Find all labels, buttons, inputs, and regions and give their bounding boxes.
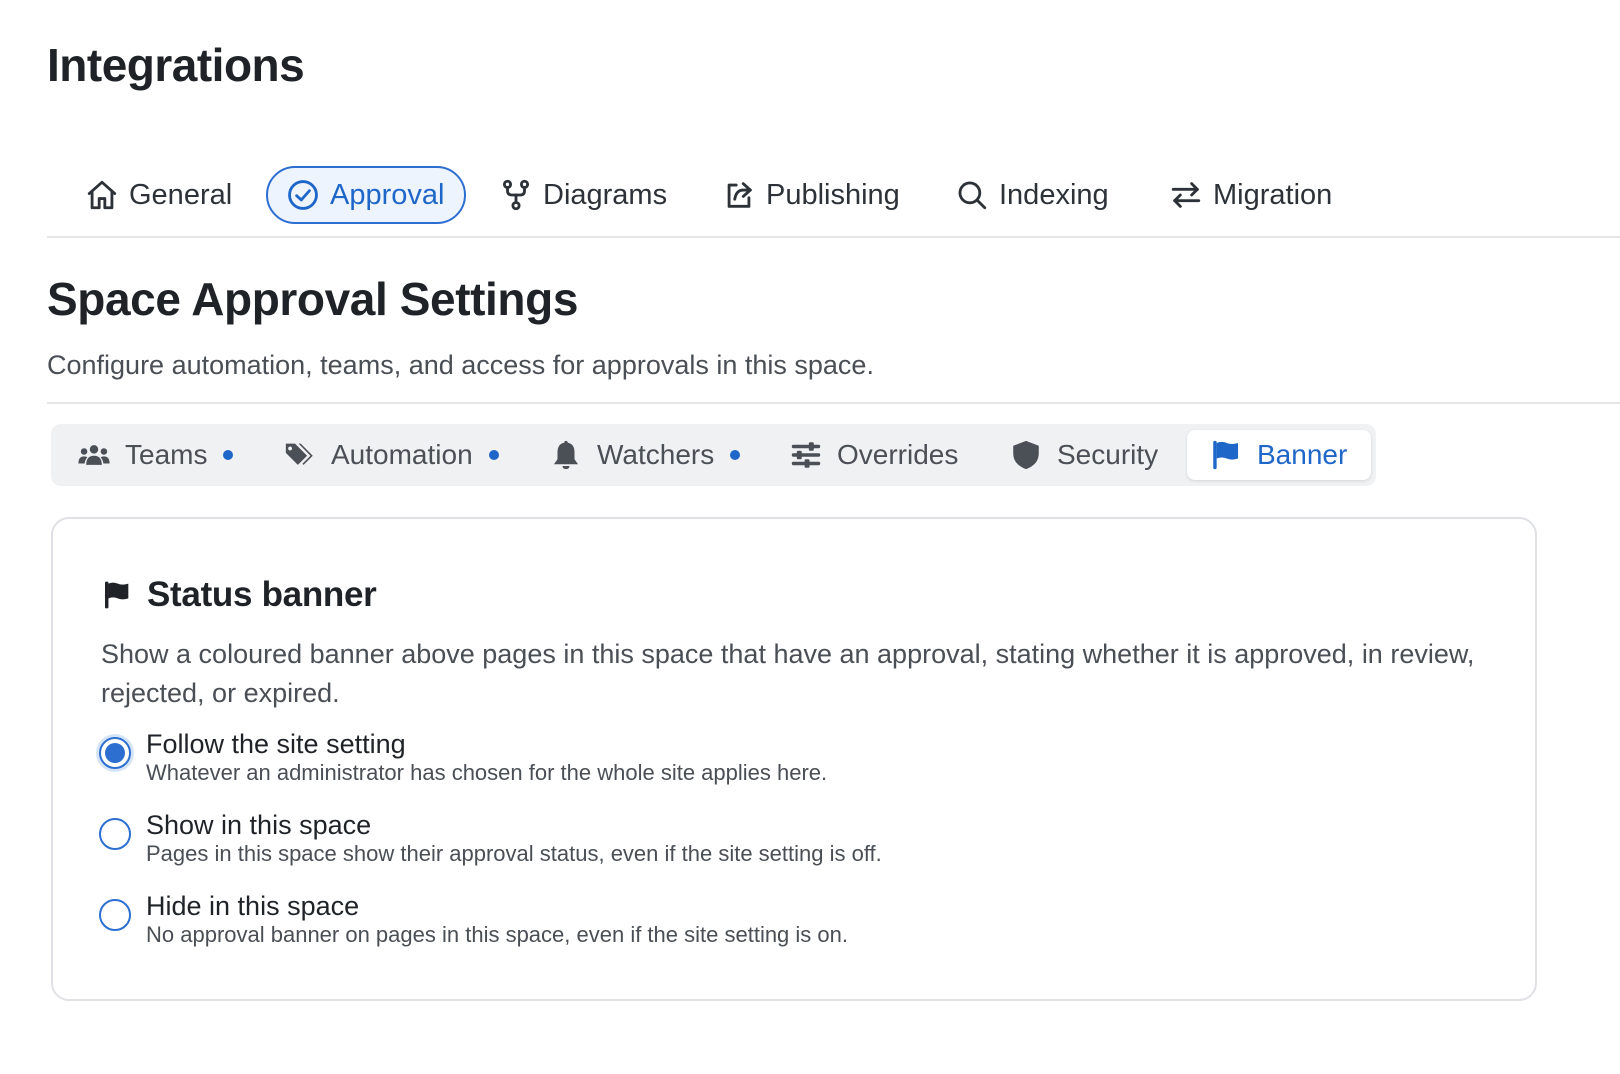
subtab-label: Security (1057, 439, 1159, 470)
subtab-overrides[interactable]: Overrides (789, 430, 958, 480)
option-hide-space[interactable]: Hide in this space No approval banner on… (99, 891, 848, 949)
tab-label: Publishing (766, 178, 900, 211)
status-banner-card: Status banner Show a coloured banner abo… (51, 517, 1537, 1001)
subtab-watchers[interactable]: Watchers (549, 430, 741, 480)
tags-icon (285, 443, 313, 465)
subtab-automation[interactable]: Automation (283, 430, 499, 480)
card-title: Status banner (147, 575, 377, 614)
tab-diagrams[interactable]: Diagrams (499, 166, 667, 224)
main-tabs: General Approval Diagrams Publishing Ind… (47, 166, 1620, 238)
tab-label: General (129, 178, 233, 211)
check-circle-icon (288, 180, 318, 210)
subtab-label: Teams (125, 439, 208, 470)
tab-label: Migration (1213, 178, 1333, 211)
option-label: Show in this space (146, 810, 372, 840)
option-label: Hide in this space (146, 891, 360, 921)
status-dot (730, 450, 741, 460)
tab-approval[interactable]: Approval (266, 166, 467, 224)
flag-icon (1213, 440, 1239, 470)
option-help: Whatever an administrator has chosen for… (146, 760, 828, 785)
home-icon (87, 180, 117, 210)
share-icon (727, 182, 752, 208)
sliders-icon (791, 442, 821, 468)
subtab-label: Watchers (597, 439, 715, 470)
status-dot (488, 450, 499, 460)
option-text: Hide in this space No approval banner on… (146, 891, 848, 949)
subtab-banner[interactable]: Banner (1187, 430, 1372, 480)
radio-button[interactable] (99, 818, 131, 850)
tab-indexing[interactable]: Indexing (955, 166, 1109, 224)
sub-tabs: Teams Automation Watchers Overrides Secu… (51, 424, 1376, 486)
subtab-label: Banner (1257, 439, 1348, 470)
search-icon (958, 181, 987, 210)
option-follow-site[interactable]: Follow the site setting Whatever an admi… (99, 729, 827, 787)
tab-publishing[interactable]: Publishing (722, 166, 900, 224)
option-help: Pages in this space show their approval … (146, 841, 882, 866)
card-header: Status banner (101, 575, 377, 615)
divider (47, 402, 1620, 404)
subtab-label: Automation (331, 439, 473, 470)
tab-label: Indexing (999, 178, 1109, 211)
tab-migration[interactable]: Migration (1169, 166, 1332, 224)
option-show-space[interactable]: Show in this space Pages in this space s… (99, 810, 882, 868)
option-help: No approval banner on pages in this spac… (146, 922, 848, 947)
subtab-label: Overrides (837, 439, 959, 470)
section-title: Space Approval Settings (47, 273, 579, 325)
option-text: Show in this space Pages in this space s… (146, 810, 882, 868)
page-title: Integrations (47, 39, 305, 91)
radio-button[interactable] (99, 737, 131, 769)
subtab-teams[interactable]: Teams (77, 430, 234, 480)
tab-label: Diagrams (543, 178, 668, 211)
radio-button[interactable] (99, 899, 131, 931)
section-description: Configure automation, teams, and access … (47, 350, 874, 380)
flag-icon (105, 581, 129, 609)
subtab-security[interactable]: Security (1009, 430, 1158, 480)
status-dot (223, 450, 234, 460)
tab-label: Approval (330, 178, 445, 211)
option-text: Follow the site setting Whatever an admi… (146, 729, 827, 787)
bell-icon (553, 440, 579, 470)
card-description: Show a coloured banner above pages in th… (101, 639, 1475, 708)
shield-icon (1013, 440, 1039, 470)
option-label: Follow the site setting (146, 729, 406, 759)
users-icon (78, 445, 110, 465)
fork-icon (502, 179, 530, 211)
tab-general[interactable]: General (85, 166, 232, 224)
arrows-swap-icon (1171, 182, 1201, 208)
